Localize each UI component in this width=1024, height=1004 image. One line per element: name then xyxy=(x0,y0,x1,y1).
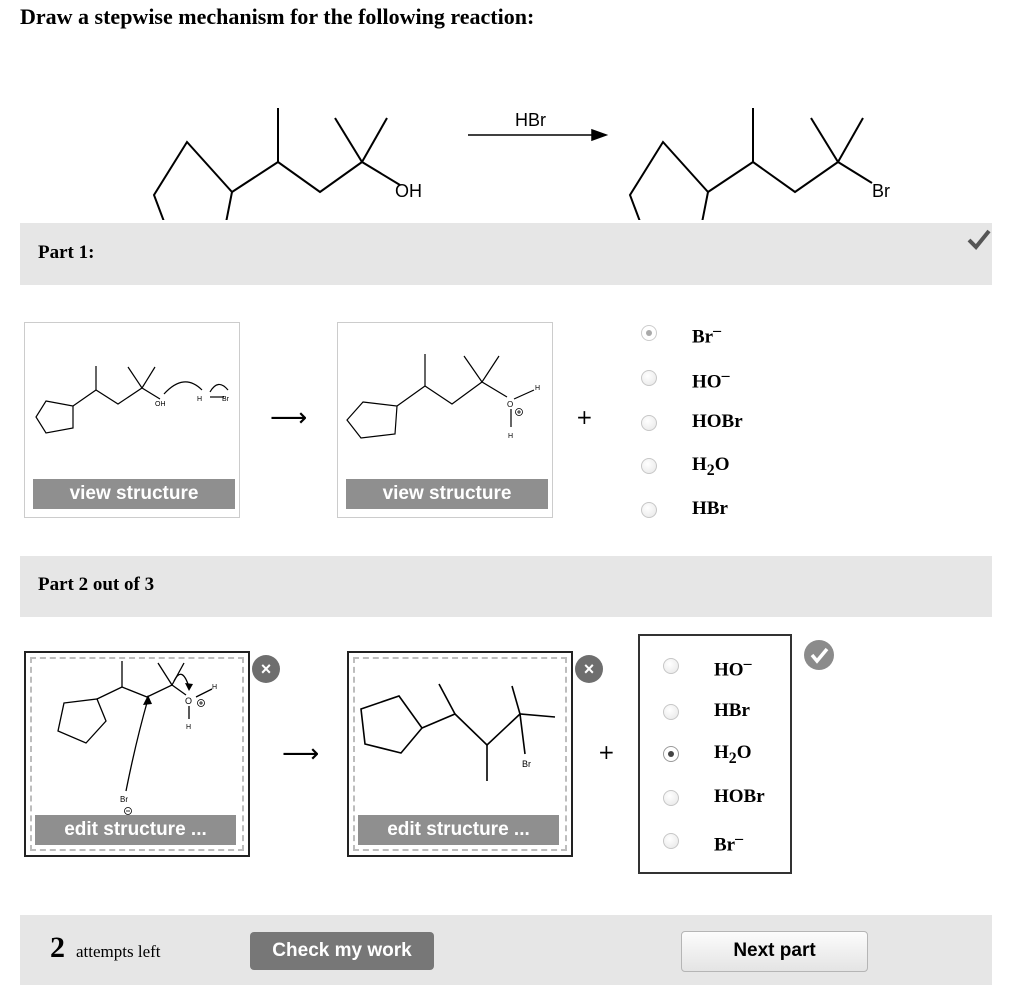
view-structure-button-1[interactable]: view structure xyxy=(33,479,235,509)
checkmark-circle-icon xyxy=(804,640,834,670)
view-structure-button-2[interactable]: view structure xyxy=(346,479,548,509)
positive-charge-icon xyxy=(197,699,205,707)
question-title: Draw a stepwise mechanism for the follow… xyxy=(20,4,535,29)
part1-s1-h: H xyxy=(197,396,202,403)
part2-header xyxy=(20,556,992,617)
part2-arrow: ⟶ xyxy=(282,739,320,769)
part1-option-br: Br– xyxy=(692,322,722,348)
part1-structure-1: OH H Br xyxy=(35,366,230,434)
part2-radio-ho[interactable] xyxy=(663,658,679,674)
reactant-structure xyxy=(152,108,401,220)
part1-s2-h2: H xyxy=(508,433,513,440)
reactant-oh-label: OH xyxy=(395,181,422,201)
part1-s2-h1: H xyxy=(535,385,540,392)
close-icon[interactable]: × xyxy=(575,655,603,683)
reagent-label: HBr xyxy=(515,110,546,130)
product-br-label: Br xyxy=(872,181,890,201)
part1-option-h2o: H2O xyxy=(692,454,730,479)
next-part-button[interactable]: Next part xyxy=(681,931,868,972)
part1-radio-hobr[interactable] xyxy=(641,415,657,431)
part2-radio-hbr[interactable] xyxy=(663,704,679,720)
attempts-text: attempts left xyxy=(76,942,161,961)
part1-radio-br[interactable] xyxy=(641,325,657,341)
edit-structure-button-2[interactable]: edit structure ... xyxy=(358,815,559,845)
positive-charge-icon xyxy=(515,408,523,416)
part2-radio-br[interactable] xyxy=(663,833,679,849)
part2-plus: + xyxy=(598,740,615,764)
part2-option-hbr: HBr xyxy=(714,700,750,721)
part1-radio-h2o[interactable] xyxy=(641,458,657,474)
part1-option-hbr: HBr xyxy=(692,498,728,519)
part2-s1-br: Br xyxy=(120,795,128,804)
part1-header xyxy=(20,223,992,285)
part2-radio-h2o[interactable] xyxy=(663,746,679,762)
part1-s1-oh: OH xyxy=(155,401,166,408)
part1-plus: + xyxy=(576,405,593,429)
checkmark-icon xyxy=(967,229,991,250)
close-icon[interactable]: × xyxy=(252,655,280,683)
part1-s1-br: Br xyxy=(222,396,230,403)
part2-s1-h1: H xyxy=(212,684,217,691)
part2-option-br: Br– xyxy=(714,830,744,856)
part2-s1-o: O xyxy=(185,696,192,706)
product-structure xyxy=(628,108,873,220)
part1-structure-2: O H H xyxy=(346,354,540,440)
part2-option-hobr: HOBr xyxy=(714,786,765,807)
part2-s2-br: Br xyxy=(522,759,531,769)
negative-charge-icon xyxy=(124,807,132,815)
part2-option-h2o: H2O xyxy=(714,742,752,767)
part1-s2-o: O xyxy=(507,400,513,409)
part1-option-hobr: HOBr xyxy=(692,411,743,432)
reaction-scheme: OH HBr Br xyxy=(152,108,890,220)
part1-radio-hbr[interactable] xyxy=(641,502,657,518)
part2-structure-1: O H H Br xyxy=(57,661,217,815)
part2-structure-2: Br xyxy=(360,683,556,781)
part2-radio-hobr[interactable] xyxy=(663,790,679,806)
part1-arrow: ⟶ xyxy=(270,403,308,433)
attempts-count: 2 xyxy=(50,931,65,964)
check-my-work-button[interactable]: Check my work xyxy=(250,932,434,970)
part2-option-ho: HO– xyxy=(714,655,752,681)
edit-structure-button-1[interactable]: edit structure ... xyxy=(35,815,236,845)
part1-radio-ho[interactable] xyxy=(641,370,657,386)
reaction-arrow xyxy=(468,128,609,142)
part2-s1-h2: H xyxy=(186,724,191,731)
part2-label: Part 2 out of 3 xyxy=(38,574,155,595)
part1-label: Part 1: xyxy=(38,242,95,263)
part1-option-ho: HO– xyxy=(692,367,730,393)
